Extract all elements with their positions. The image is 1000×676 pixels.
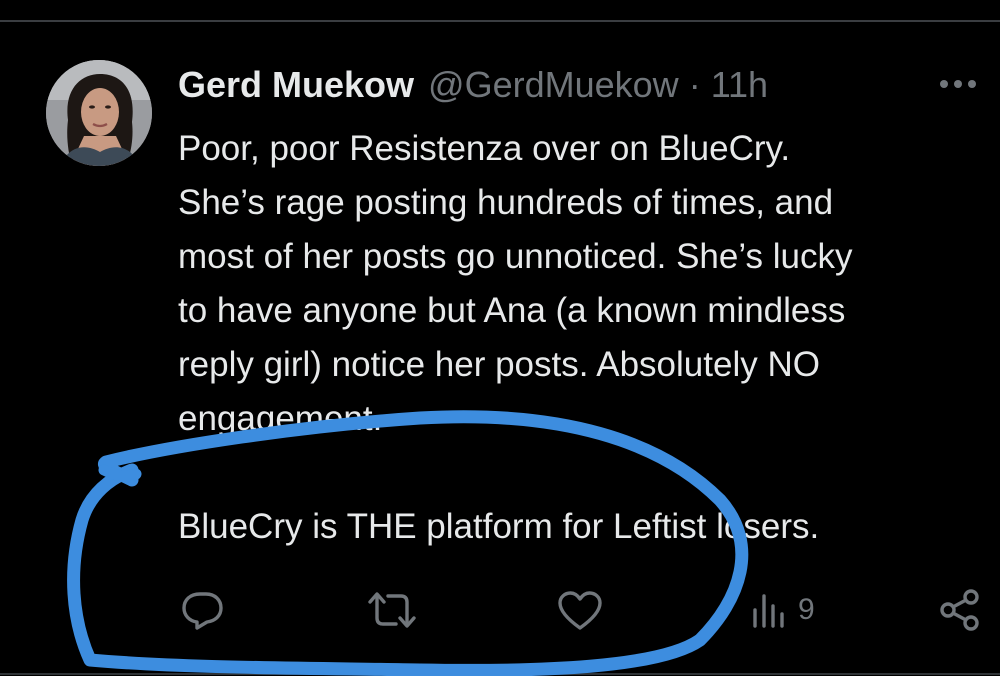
like-button[interactable]	[556, 588, 604, 632]
avatar[interactable]	[46, 60, 152, 166]
post-text-line: engagement.	[178, 399, 383, 438]
more-options-icon[interactable]	[934, 66, 982, 102]
post-timestamp[interactable]: 11h	[711, 60, 768, 110]
share-button[interactable]	[938, 588, 982, 632]
header-separator: ·	[688, 64, 701, 105]
post-text-line: Poor, poor Resistenza over on BlueCry.	[178, 129, 791, 168]
post-text-blank-line	[178, 446, 988, 500]
views-count: 9	[798, 593, 815, 626]
tweet-screenshot: Gerd Muekow @GerdMuekow · 11h Poor, poor…	[0, 0, 1000, 676]
repost-button[interactable]	[366, 588, 418, 632]
avatar-photo	[46, 60, 152, 166]
heart-icon	[558, 591, 602, 630]
post-text-line: BlueCry is THE platform for Leftist lose…	[178, 507, 820, 546]
bar-chart-icon	[753, 594, 784, 628]
reply-button[interactable]	[180, 588, 226, 632]
repost-icon	[368, 592, 416, 628]
top-divider	[0, 20, 1000, 22]
bottom-divider	[0, 673, 1000, 675]
post-text-line: to have anyone but Ana (a known mindless	[178, 291, 846, 330]
post-text-line: most of her posts go unnoticed. She’s lu…	[178, 237, 853, 276]
post-header: Gerd Muekow @GerdMuekow · 11h	[178, 60, 768, 110]
views-button[interactable]: 9	[750, 588, 815, 632]
author-display-name[interactable]: Gerd Muekow	[178, 60, 414, 110]
reply-icon	[182, 592, 223, 630]
author-handle[interactable]: @GerdMuekow	[428, 60, 679, 110]
post-text-line: She’s rage posting hundreds of times, an…	[178, 183, 834, 222]
post-text-line: reply girl) notice her posts. Absolutely…	[178, 345, 820, 384]
post-body: Poor, poor Resistenza over on BlueCry. S…	[178, 122, 988, 554]
share-icon	[940, 589, 979, 631]
